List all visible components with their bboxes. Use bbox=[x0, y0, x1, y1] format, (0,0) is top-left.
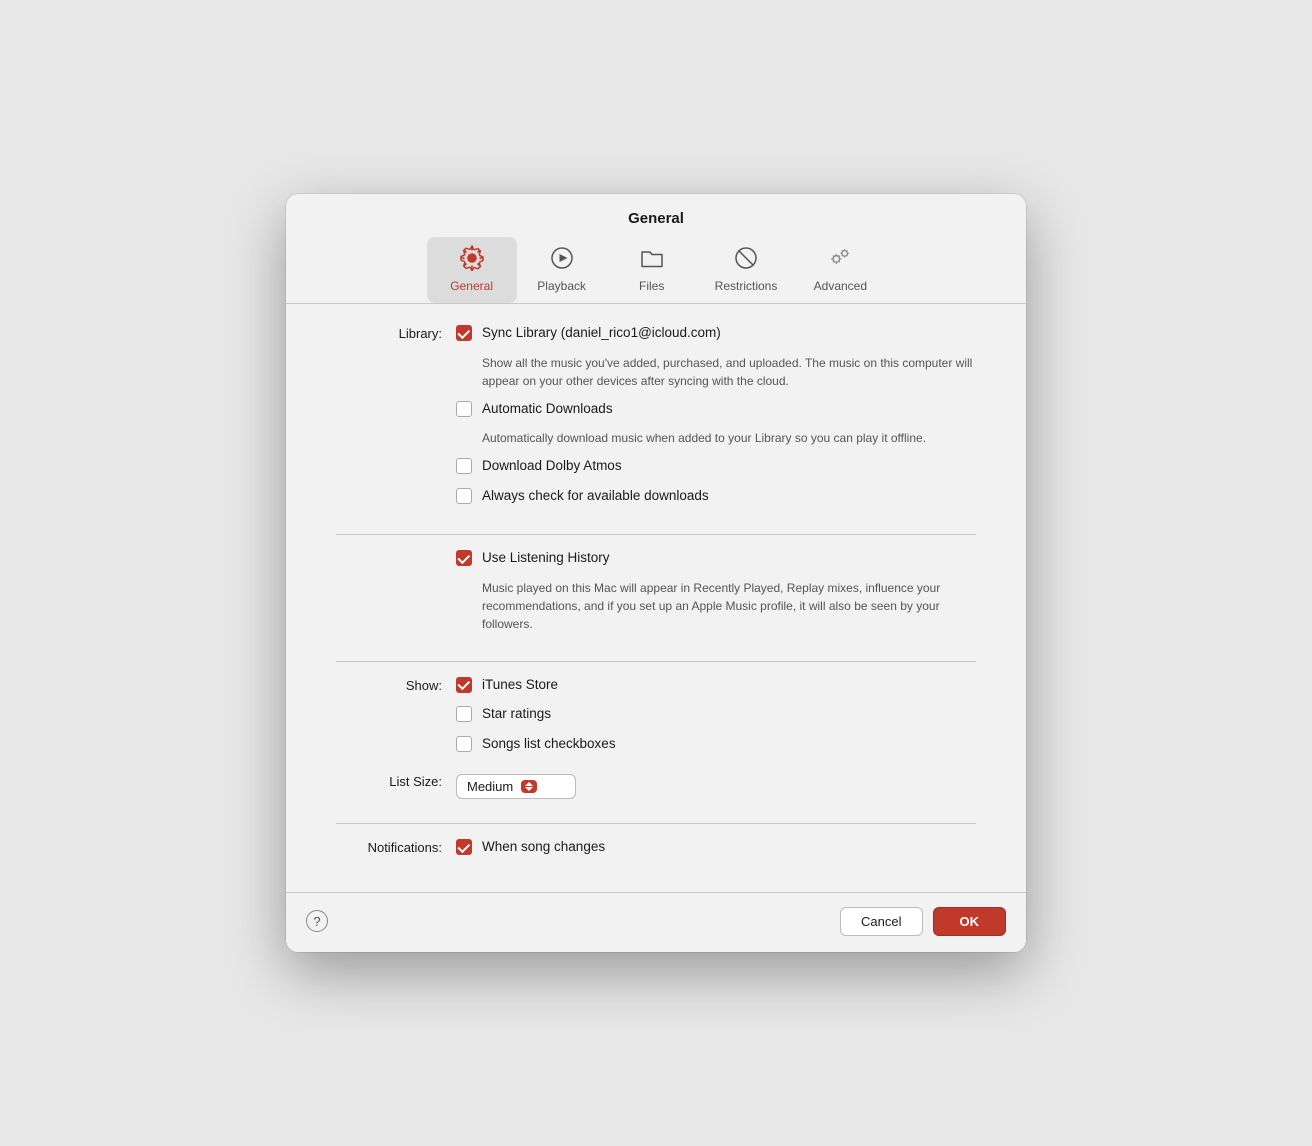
help-button[interactable]: ? bbox=[306, 910, 328, 932]
divider-1 bbox=[336, 534, 976, 535]
itunes-store-label: iTunes Store bbox=[482, 676, 558, 694]
tab-general[interactable]: General bbox=[427, 237, 517, 303]
list-size-value: Medium bbox=[467, 779, 513, 794]
divider-2 bbox=[336, 661, 976, 662]
library-content: Sync Library (daniel_rico1@icloud.com) S… bbox=[456, 324, 976, 510]
song-changes-row: When song changes bbox=[456, 838, 976, 856]
itunes-store-checkbox[interactable] bbox=[456, 677, 472, 693]
dialog-title: General bbox=[286, 194, 1026, 227]
listening-history-checkbox[interactable] bbox=[456, 550, 472, 566]
songs-list-row: Songs list checkboxes bbox=[456, 735, 976, 753]
gear-dual-icon bbox=[827, 245, 853, 275]
list-size-label: List Size: bbox=[336, 772, 456, 789]
always-check-row: Always check for available downloads bbox=[456, 487, 976, 505]
ok-button[interactable]: OK bbox=[933, 907, 1007, 936]
preferences-dialog: General bbox=[286, 194, 1026, 952]
show-content: iTunes Store Star ratings Songs list che… bbox=[456, 676, 976, 759]
auto-downloads-row: Automatic Downloads bbox=[456, 400, 976, 418]
dolby-row: Download Dolby Atmos bbox=[456, 457, 976, 475]
cancel-button[interactable]: Cancel bbox=[840, 907, 922, 936]
listening-history-desc: Music played on this Mac will appear in … bbox=[482, 579, 976, 633]
divider-3 bbox=[336, 823, 976, 824]
dolby-label: Download Dolby Atmos bbox=[482, 457, 622, 475]
star-ratings-label: Star ratings bbox=[482, 705, 551, 723]
tab-playback[interactable]: Playback bbox=[517, 237, 607, 303]
dolby-checkbox[interactable] bbox=[456, 458, 472, 474]
songs-list-label: Songs list checkboxes bbox=[482, 735, 616, 753]
footer-buttons: Cancel OK bbox=[840, 907, 1006, 936]
sync-library-desc: Show all the music you've added, purchas… bbox=[482, 354, 976, 390]
show-label: Show: bbox=[336, 676, 456, 693]
star-ratings-row: Star ratings bbox=[456, 705, 976, 723]
sync-library-label: Sync Library (daniel_rico1@icloud.com) bbox=[482, 324, 721, 342]
tab-advanced-label: Advanced bbox=[814, 279, 867, 293]
always-check-label: Always check for available downloads bbox=[482, 487, 709, 505]
library-row: Library: Sync Library (daniel_rico1@iclo… bbox=[336, 324, 976, 510]
library-section: Library: Sync Library (daniel_rico1@iclo… bbox=[336, 324, 976, 520]
down-arrow bbox=[525, 787, 533, 791]
play-icon bbox=[549, 245, 575, 275]
song-changes-checkbox[interactable] bbox=[456, 839, 472, 855]
list-size-select-wrap: Medium bbox=[456, 774, 976, 799]
select-arrows-icon bbox=[521, 780, 537, 793]
folder-icon bbox=[639, 245, 665, 275]
list-size-content: Medium bbox=[456, 772, 976, 799]
listening-history-row: Use Listening History bbox=[456, 549, 976, 567]
star-ratings-checkbox[interactable] bbox=[456, 706, 472, 722]
tab-files[interactable]: Files bbox=[607, 237, 697, 303]
listening-history-label: Use Listening History bbox=[482, 549, 610, 567]
sync-library-checkbox[interactable] bbox=[456, 325, 472, 341]
always-check-checkbox[interactable] bbox=[456, 488, 472, 504]
history-content: Use Listening History Music played on th… bbox=[456, 549, 976, 637]
history-row-label bbox=[336, 549, 456, 551]
auto-downloads-checkbox[interactable] bbox=[456, 401, 472, 417]
gear-red-icon bbox=[459, 245, 485, 275]
list-size-row: List Size: Medium bbox=[336, 772, 976, 799]
tab-advanced[interactable]: Advanced bbox=[795, 237, 885, 303]
library-label: Library: bbox=[336, 324, 456, 341]
restrict-icon bbox=[733, 245, 759, 275]
notifications-content: When song changes bbox=[456, 838, 976, 862]
list-size-select[interactable]: Medium bbox=[456, 774, 576, 799]
tab-files-label: Files bbox=[639, 279, 664, 293]
tab-restrictions-label: Restrictions bbox=[715, 279, 778, 293]
tab-general-label: General bbox=[450, 279, 493, 293]
song-changes-label: When song changes bbox=[482, 838, 605, 856]
tabs-bar: General Playback Files bbox=[286, 227, 1026, 303]
tab-restrictions[interactable]: Restrictions bbox=[697, 237, 796, 303]
notifications-label: Notifications: bbox=[336, 838, 456, 855]
itunes-store-row: iTunes Store bbox=[456, 676, 976, 694]
notifications-section: Notifications: When song changes bbox=[336, 838, 976, 872]
history-section: Use Listening History Music played on th… bbox=[336, 549, 976, 647]
dialog-footer: ? Cancel OK bbox=[286, 892, 1026, 952]
history-row: Use Listening History Music played on th… bbox=[336, 549, 976, 637]
notifications-row: Notifications: When song changes bbox=[336, 838, 976, 862]
sync-library-row: Sync Library (daniel_rico1@icloud.com) bbox=[456, 324, 976, 342]
tab-playback-label: Playback bbox=[537, 279, 586, 293]
up-arrow bbox=[525, 782, 533, 786]
content-area: Library: Sync Library (daniel_rico1@iclo… bbox=[286, 304, 1026, 892]
auto-downloads-label: Automatic Downloads bbox=[482, 400, 613, 418]
show-section: Show: iTunes Store Star ratings Songs li… bbox=[336, 676, 976, 810]
songs-list-checkbox[interactable] bbox=[456, 736, 472, 752]
auto-downloads-desc: Automatically download music when added … bbox=[482, 429, 976, 447]
show-row: Show: iTunes Store Star ratings Songs li… bbox=[336, 676, 976, 759]
